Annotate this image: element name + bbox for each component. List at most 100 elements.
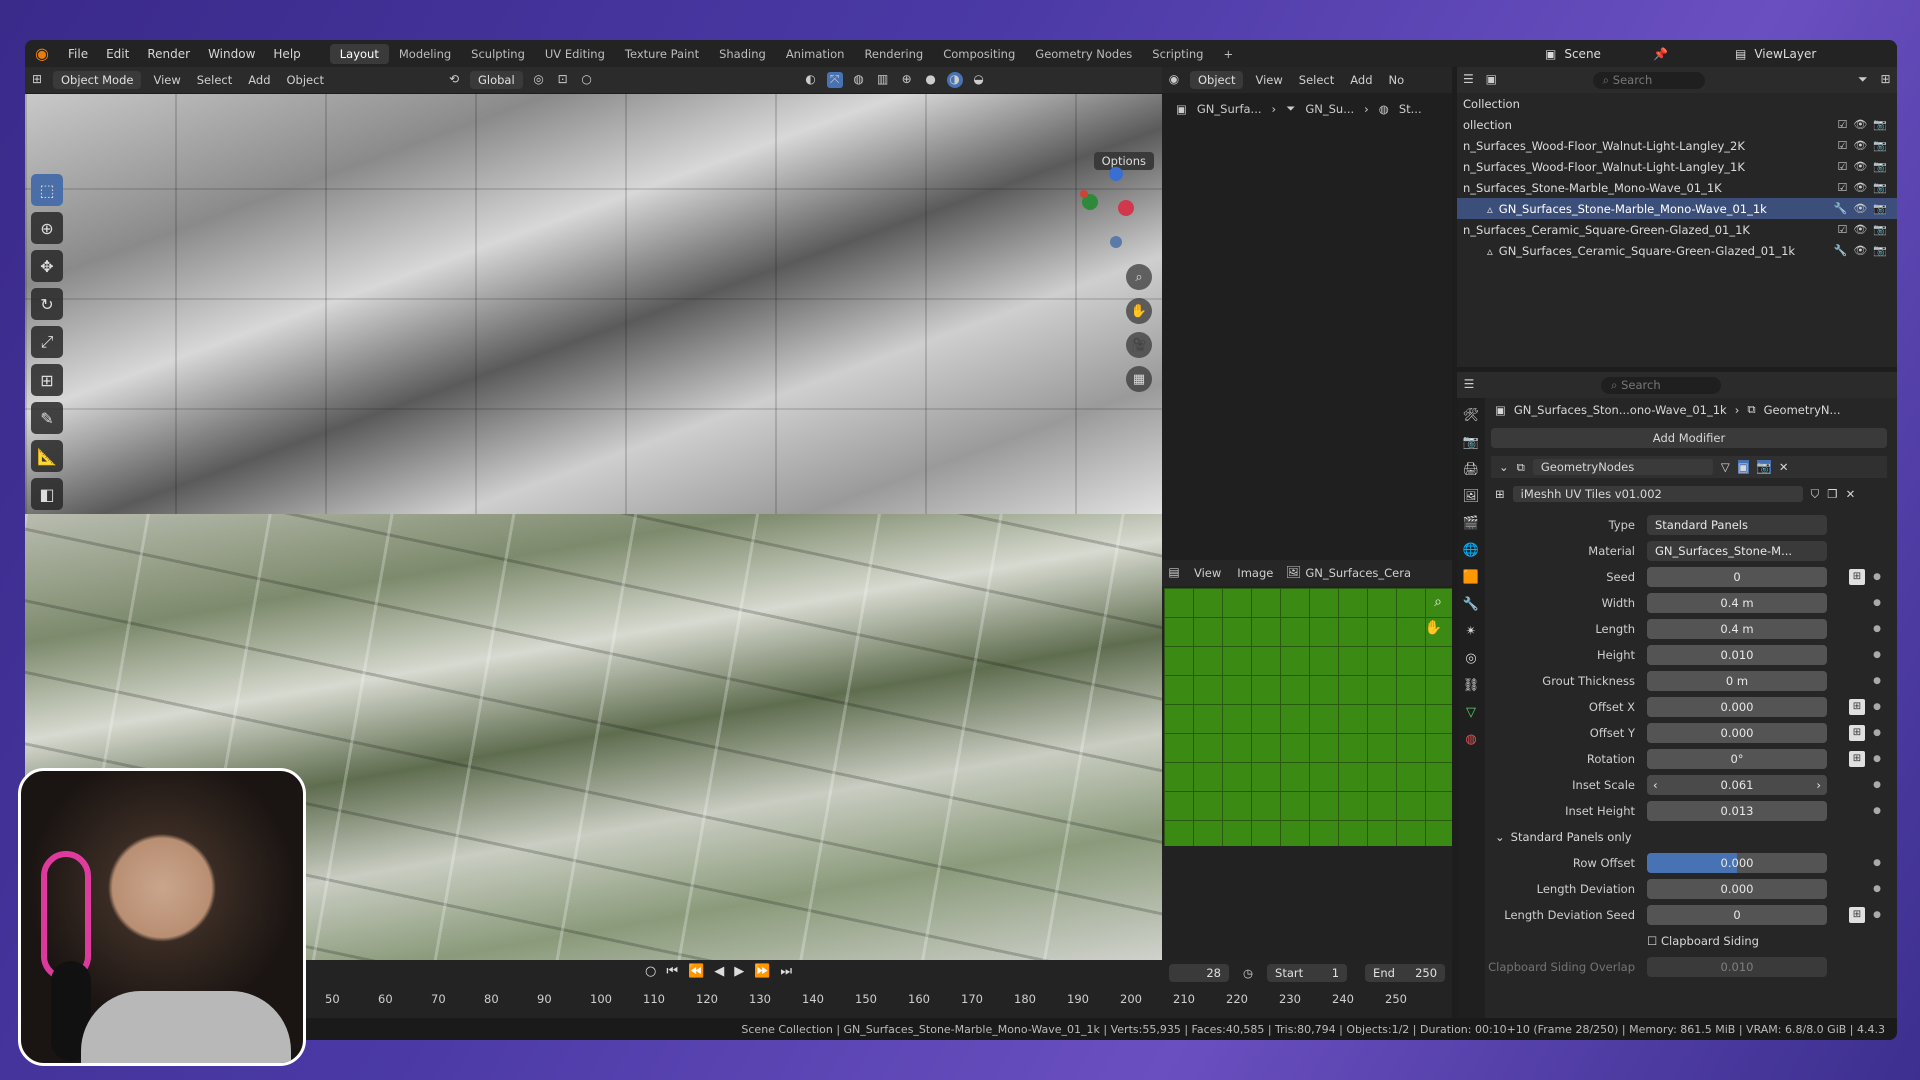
transform-orientation-dropdown[interactable]: Global <box>469 71 523 89</box>
play-reverse-icon[interactable]: ◀ <box>714 964 724 979</box>
keyframe-dot-icon[interactable]: ● <box>1873 806 1881 816</box>
menu-render[interactable]: Render <box>138 47 199 61</box>
node-editor[interactable]: ▣ GN_Surfa... › ⏷ GN_Su... › ◍ St... <box>1162 93 1452 605</box>
jump-start-icon[interactable]: ⏮ <box>666 964 678 979</box>
input-socket-toggle-icon[interactable]: ⊞ <box>1849 725 1865 741</box>
viewport-menu-view[interactable]: View <box>145 73 188 87</box>
measure-tool-icon[interactable]: 📐 <box>31 440 63 472</box>
width-input[interactable]: 0.4 m <box>1647 593 1827 613</box>
edit-mode-toggle-icon[interactable]: ▽ <box>1721 460 1730 474</box>
keyframe-dot-icon[interactable]: ● <box>1873 884 1881 894</box>
keyframe-dot-icon[interactable]: ● <box>1873 650 1881 660</box>
node-group-name[interactable]: iMeshh UV Tiles v01.002 <box>1512 486 1803 502</box>
modifier-name-field[interactable]: GeometryNodes <box>1532 459 1713 475</box>
wireframe-shading-icon[interactable]: ⊕ <box>899 72 915 88</box>
keyframe-dot-icon[interactable]: ● <box>1873 702 1881 712</box>
proportional-edit-icon[interactable]: ○ <box>579 72 595 88</box>
world-tab-icon[interactable]: 🌐 <box>1463 543 1479 558</box>
seed-input[interactable]: 0 <box>1647 567 1827 587</box>
keyframe-dot-icon[interactable]: ● <box>1873 676 1881 686</box>
clapboard-siding-checkbox[interactable]: ☐ Clapboard Siding <box>1647 934 1759 948</box>
keyframe-dot-icon[interactable]: ● <box>1873 598 1881 608</box>
annotate-tool-icon[interactable]: ✎ <box>31 402 63 434</box>
standard-panels-subpanel-header[interactable]: ⌄ Standard Panels only <box>1487 824 1897 850</box>
tab-scripting[interactable]: Scripting <box>1142 44 1213 64</box>
tab-shading[interactable]: Shading <box>709 44 776 64</box>
fake-user-shield-icon[interactable]: ⛉ <box>1811 487 1820 502</box>
overlays-icon[interactable]: ◍ <box>851 72 867 88</box>
image-browse-icon[interactable]: 🖼 <box>1285 565 1301 581</box>
gizmo-icon[interactable]: ⤧ <box>826 72 843 88</box>
physics-tab-icon[interactable]: ◎ <box>1465 651 1476 666</box>
auto-keying-icon[interactable]: ○ <box>645 964 656 979</box>
outliner-item-marble-collection[interactable]: n_Surfaces_Stone-Marble_Mono-Wave_01_1K ☑… <box>1457 177 1897 198</box>
row-offset-slider[interactable]: 0.000 <box>1647 853 1827 873</box>
next-keyframe-icon[interactable]: ⏩ <box>754 964 770 979</box>
rotation-input[interactable]: 0° <box>1647 749 1827 769</box>
prev-keyframe-icon[interactable]: ⏪ <box>688 964 704 979</box>
length-deviation-input[interactable]: 0.000 <box>1647 879 1827 899</box>
outliner-type-icon[interactable]: ☰ <box>1461 72 1476 88</box>
grout-thickness-input[interactable]: 0 m <box>1647 671 1827 691</box>
inset-height-input[interactable]: 0.013 <box>1647 801 1827 821</box>
tab-uv-editing[interactable]: UV Editing <box>535 44 615 64</box>
rotate-tool-icon[interactable]: ↻ <box>31 288 63 320</box>
node-menu-node[interactable]: No <box>1381 73 1413 87</box>
inset-scale-input[interactable]: ‹ 0.061 › <box>1647 775 1827 795</box>
outliner-item-ceramic-object[interactable]: ▵ GN_Surfaces_Ceramic_Square-Green-Glazed… <box>1457 240 1897 261</box>
outliner-item-wood-1k[interactable]: n_Surfaces_Wood-Floor_Walnut-Light-Langl… <box>1457 156 1897 177</box>
outliner-item-marble-object[interactable]: ▵ GN_Surfaces_Stone-Marble_Mono-Wave_01_1… <box>1457 198 1897 219</box>
xray-icon[interactable]: ▥ <box>875 72 891 88</box>
image-zoom-icon[interactable]: ⌕ <box>1434 594 1442 610</box>
clapboard-overlap-input[interactable]: 0.010 <box>1647 957 1827 977</box>
breadcrumb-node-group[interactable]: St... <box>1399 102 1422 116</box>
material-shading-icon[interactable]: ◑ <box>946 72 963 88</box>
menu-file[interactable]: File <box>59 47 97 61</box>
menu-edit[interactable]: Edit <box>97 47 138 61</box>
display-mode-icon[interactable]: ▣ <box>1484 72 1499 88</box>
length-input[interactable]: 0.4 m <box>1647 619 1827 639</box>
view-layer-tab-icon[interactable]: 🖼 <box>1463 489 1480 504</box>
menu-help[interactable]: Help <box>264 47 309 61</box>
offset-y-input[interactable]: 0.000 <box>1647 723 1827 743</box>
solid-shading-icon[interactable]: ● <box>923 72 939 88</box>
tool-tab-icon[interactable]: 🛠 <box>1463 408 1480 423</box>
modifier-header[interactable]: ⌄ ⧉ GeometryNodes ▽ ▣ 📷 ✕ <box>1491 456 1887 478</box>
tab-animation[interactable]: Animation <box>776 44 855 64</box>
transform-tool-icon[interactable]: ⊞ <box>31 364 63 396</box>
tab-layout[interactable]: Layout <box>329 43 389 64</box>
constraints-tab-icon[interactable]: ⛓ <box>1463 678 1480 693</box>
render-toggle-icon[interactable]: 📷 <box>1756 460 1771 474</box>
pin-icon[interactable]: 📌 <box>1653 47 1668 61</box>
type-dropdown[interactable]: Standard Panels <box>1647 515 1827 535</box>
viewport-menu-add[interactable]: Add <box>240 73 278 87</box>
particles-tab-icon[interactable]: ✴ <box>1466 624 1477 639</box>
rendered-shading-icon[interactable]: ◒ <box>971 72 987 88</box>
play-icon[interactable]: ▶ <box>734 964 744 979</box>
navigation-gizmo[interactable] <box>1068 164 1138 254</box>
object-mode-dropdown[interactable]: Object Mode <box>53 71 142 89</box>
scene-selector[interactable]: ▣ Scene 📌 <box>1545 43 1668 64</box>
output-tab-icon[interactable]: 🖨 <box>1463 462 1480 477</box>
editor-type-icon[interactable]: ⊞ <box>29 72 45 88</box>
offset-x-input[interactable]: 0.000 <box>1647 697 1827 717</box>
outliner-scene-collection[interactable]: Collection <box>1457 93 1897 114</box>
keyframe-dot-icon[interactable]: ● <box>1873 780 1881 790</box>
modifier-tab-icon[interactable]: 🔧 <box>1463 597 1479 612</box>
filter-icon[interactable]: ⏷ <box>1855 72 1870 88</box>
unlink-close-icon[interactable]: ✕ <box>1846 487 1856 501</box>
ortho-grid-icon[interactable]: ▦ <box>1126 366 1152 392</box>
end-frame-input[interactable]: End 250 <box>1365 964 1446 982</box>
viewport-menu-select[interactable]: Select <box>189 73 240 87</box>
add-cube-tool-icon[interactable]: ◧ <box>31 478 63 510</box>
tab-modeling[interactable]: Modeling <box>389 44 461 64</box>
jump-end-icon[interactable]: ⏭ <box>780 964 792 979</box>
image-menu-view[interactable]: View <box>1186 566 1229 580</box>
keyframe-dot-icon[interactable]: ● <box>1873 754 1881 764</box>
material-selector[interactable]: GN_Surfaces_Stone-M... <box>1647 541 1827 561</box>
duplicate-icon[interactable]: ❐ <box>1827 487 1837 501</box>
tab-geometry-nodes[interactable]: Geometry Nodes <box>1025 44 1142 64</box>
tab-sculpting[interactable]: Sculpting <box>461 44 535 64</box>
length-deviation-seed-input[interactable]: 0 <box>1647 905 1827 925</box>
keyframe-dot-icon[interactable]: ● <box>1873 858 1881 868</box>
